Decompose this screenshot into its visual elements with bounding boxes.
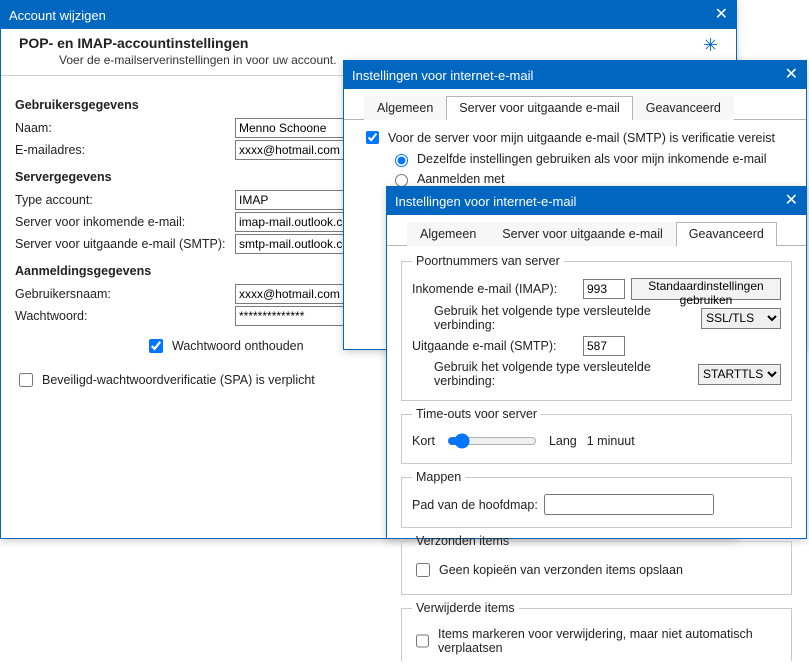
no-sent-copy-checkbox[interactable]: [416, 563, 430, 577]
name-label: Naam:: [15, 121, 235, 135]
timeout-slider[interactable]: [447, 433, 537, 449]
mark-delete-checkbox[interactable]: [416, 634, 429, 648]
w3-title: Instellingen voor internet-e-mail: [395, 194, 576, 209]
w3-titlebar: Instellingen voor internet-e-mail ✕: [387, 187, 806, 215]
w1-header-sub: Voer de e-mailserverinstellingen in voor…: [59, 53, 336, 67]
remember-password-label: Wachtwoord onthouden: [172, 339, 304, 353]
close-icon[interactable]: ✕: [715, 7, 728, 23]
username-label: Gebruikersnaam:: [15, 287, 235, 301]
encryption-in-label: Gebruik het volgende type versleutelde v…: [434, 304, 695, 332]
encryption-in-select[interactable]: SSL/TLS: [701, 308, 781, 329]
defaults-button[interactable]: Standaardinstellingen gebruiken: [631, 278, 781, 300]
loading-icon: ✳: [703, 35, 718, 56]
password-label: Wachtwoord:: [15, 309, 235, 323]
login-with-label: Aanmelden met: [417, 172, 505, 186]
spa-label: Beveiligd-wachtwoordverificatie (SPA) is…: [42, 373, 315, 387]
same-settings-label: Dezelfde instellingen gebruiken als voor…: [417, 152, 767, 166]
encryption-out-select[interactable]: STARTTLS: [698, 364, 781, 385]
out-server-label: Server voor uitgaande e-mail (SMTP):: [15, 237, 235, 251]
remember-password-checkbox[interactable]: [149, 339, 163, 353]
w1-titlebar: Account wijzigen ✕: [1, 1, 736, 29]
w2-body: Algemeen Server voor uitgaande e-mail Ge…: [344, 89, 806, 201]
w3-tabs: Algemeen Server voor uitgaande e-mail Ge…: [387, 221, 806, 246]
email-label: E-mailadres:: [15, 143, 235, 157]
w1-title: Account wijzigen: [9, 8, 106, 23]
timeout-short-label: Kort: [412, 434, 435, 448]
fieldset-sent: Verzonden items Geen kopieën van verzond…: [401, 534, 792, 595]
mark-delete-label: Items markeren voor verwijdering, maar n…: [438, 627, 781, 655]
fieldset-timeouts-legend: Time-outs voor server: [412, 407, 541, 421]
rootpath-label: Pad van de hoofdmap:: [412, 498, 538, 512]
rootpath-field[interactable]: [544, 494, 714, 515]
in-server-label: Server voor inkomende e-mail:: [15, 215, 235, 229]
fieldset-deleted: Verwijderde items Items markeren voor ve…: [401, 601, 792, 661]
tab-general[interactable]: Algemeen: [364, 96, 446, 120]
auth-required-label: Voor de server voor mijn uitgaande e-mai…: [388, 131, 775, 145]
fieldset-ports: Poortnummers van server Inkomende e-mail…: [401, 254, 792, 401]
internet-email-settings-window-2: Instellingen voor internet-e-mail ✕ Alge…: [386, 186, 807, 539]
fieldset-deleted-legend: Verwijderde items: [412, 601, 519, 615]
tab-outgoing[interactable]: Server voor uitgaande e-mail: [446, 96, 633, 120]
tab-general[interactable]: Algemeen: [407, 222, 489, 246]
fieldset-folders-legend: Mappen: [412, 470, 465, 484]
outgoing-port-label: Uitgaande e-mail (SMTP):: [412, 339, 577, 353]
no-sent-copy-label: Geen kopieën van verzonden items opslaan: [439, 563, 683, 577]
close-icon[interactable]: ✕: [785, 193, 798, 209]
tab-outgoing[interactable]: Server voor uitgaande e-mail: [489, 222, 676, 246]
w1-header-title: POP- en IMAP-accountinstellingen: [19, 35, 336, 51]
fieldset-timeouts: Time-outs voor server Kort Lang 1 minuut: [401, 407, 792, 464]
fieldset-folders: Mappen Pad van de hoofdmap:: [401, 470, 792, 528]
outgoing-port-field[interactable]: [583, 336, 625, 356]
close-icon[interactable]: ✕: [785, 67, 798, 83]
w2-title: Instellingen voor internet-e-mail: [352, 68, 533, 83]
tab-advanced[interactable]: Geavanceerd: [633, 96, 734, 120]
tab-advanced[interactable]: Geavanceerd: [676, 222, 777, 246]
auth-required-checkbox[interactable]: [366, 131, 379, 144]
w2-tabs: Algemeen Server voor uitgaande e-mail Ge…: [344, 95, 806, 120]
timeout-value: 1 minuut: [587, 434, 635, 448]
w3-body: Algemeen Server voor uitgaande e-mail Ge…: [387, 215, 806, 671]
timeout-long-label: Lang: [549, 434, 577, 448]
encryption-out-label: Gebruik het volgende type versleutelde v…: [434, 360, 692, 388]
spa-checkbox[interactable]: [19, 373, 33, 387]
fieldset-sent-legend: Verzonden items: [412, 534, 513, 548]
type-label: Type account:: [15, 193, 235, 207]
w2-titlebar: Instellingen voor internet-e-mail ✕: [344, 61, 806, 89]
same-settings-radio[interactable]: [395, 154, 408, 167]
incoming-port-label: Inkomende e-mail (IMAP):: [412, 282, 577, 296]
incoming-port-field[interactable]: [583, 279, 625, 299]
fieldset-ports-legend: Poortnummers van server: [412, 254, 564, 268]
